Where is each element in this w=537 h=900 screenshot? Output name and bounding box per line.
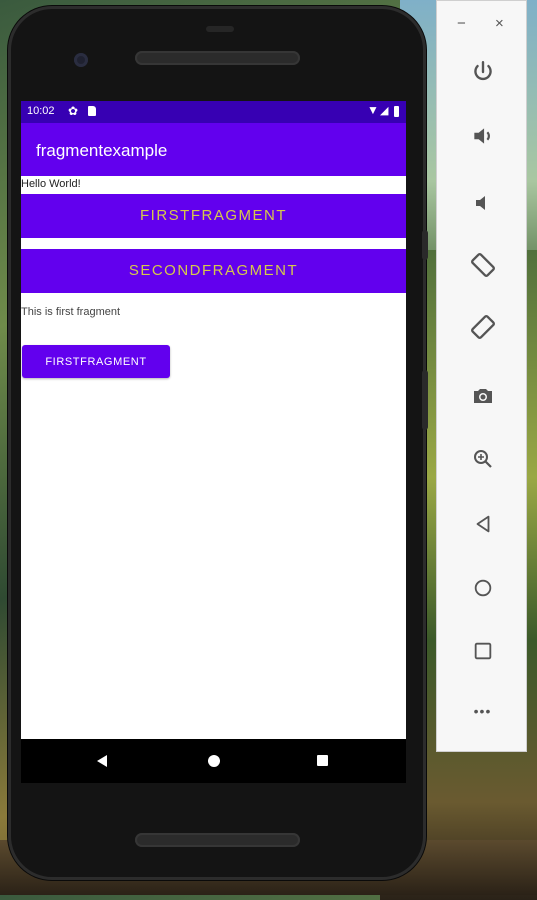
hello-world-text: Hello World!: [21, 178, 81, 190]
close-button[interactable]: ×: [495, 15, 504, 32]
camera-icon[interactable]: [437, 384, 528, 408]
app-title: fragmentexample: [36, 141, 168, 160]
volume-up-icon[interactable]: [437, 123, 528, 149]
status-bar: 10:02 ✿ ▼ ◢: [21, 101, 406, 123]
rotate-right-icon[interactable]: [437, 313, 528, 341]
top-speaker: [135, 51, 300, 65]
signal-icon: ◢: [380, 105, 389, 117]
phone-volume-button: [422, 370, 428, 430]
emulator-toolbar: − × •••: [436, 0, 527, 752]
front-camera: [74, 53, 88, 67]
power-icon[interactable]: [437, 59, 528, 85]
first-fragment-button[interactable]: FIRSTFRAGMENT: [21, 194, 406, 238]
sd-card-icon: [88, 106, 96, 116]
status-time: 10:02: [27, 105, 55, 117]
app-bar: fragmentexample: [21, 123, 406, 176]
fragment-text: This is first fragment: [21, 306, 121, 318]
bottom-speaker: [135, 833, 300, 847]
more-icon[interactable]: •••: [437, 703, 528, 719]
fragment-button[interactable]: FIRSTFRAGMENT: [22, 345, 170, 378]
emulator-home-icon[interactable]: [437, 577, 528, 599]
rotate-left-icon[interactable]: [437, 251, 528, 279]
volume-down-icon[interactable]: [437, 191, 528, 215]
overview-icon[interactable]: [437, 640, 528, 662]
battery-icon: [394, 106, 399, 117]
wifi-icon: ▼: [367, 103, 379, 117]
top-notch: [206, 26, 234, 32]
gear-icon: ✿: [68, 104, 79, 118]
emulator-back-icon[interactable]: [437, 513, 528, 535]
minimize-button[interactable]: −: [457, 15, 466, 32]
home-icon[interactable]: [208, 755, 220, 767]
second-fragment-button[interactable]: SECONDFRAGMENT: [21, 249, 406, 293]
back-icon[interactable]: [97, 755, 107, 767]
device-screen: 10:02 ✿ ▼ ◢ fragmentexample Hello World!…: [21, 101, 406, 739]
zoom-icon[interactable]: [437, 447, 528, 471]
phone-side-button: [422, 230, 428, 260]
navigation-bar: [21, 739, 406, 783]
recents-icon[interactable]: [317, 755, 328, 766]
